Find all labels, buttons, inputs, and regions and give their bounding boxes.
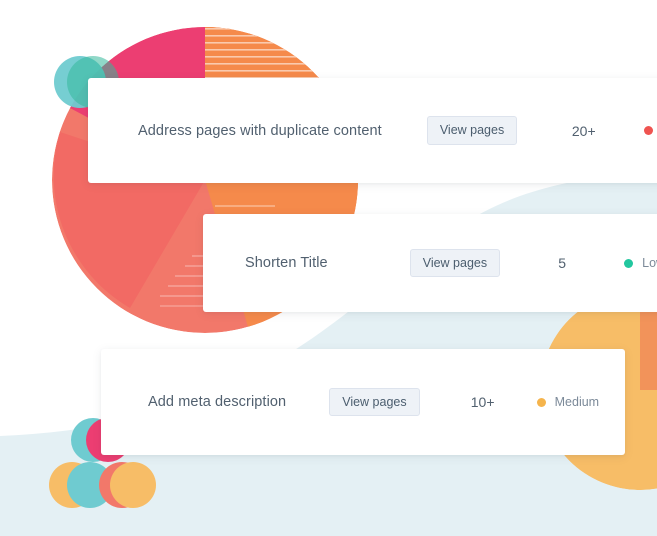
priority-indicator: Medium [536, 395, 600, 409]
affected-pages-count: 5 [558, 255, 567, 271]
view-pages-button[interactable]: View pages [329, 387, 420, 417]
view-pages-button[interactable]: View pages [426, 116, 518, 145]
priority-label: Medium [554, 395, 600, 409]
recommendation-title: Add meta description [148, 394, 287, 410]
priority-dot-icon [536, 397, 546, 407]
recommendation-title: Address pages with duplicate content [138, 122, 382, 139]
recommendation-card-shorten-title[interactable]: Shorten Title View pages 5 Low [203, 214, 657, 312]
priority-indicator: Low [624, 256, 657, 270]
venn-circle-pair-yellow-teal [49, 462, 113, 508]
recommendation-card-duplicate-content[interactable]: Address pages with duplicate content Vie… [88, 78, 657, 183]
seo-recommendations-illustration: Address pages with duplicate content Vie… [0, 0, 657, 536]
recommendation-title: Shorten Title [245, 255, 328, 271]
priority-indicator: High [644, 124, 657, 138]
priority-label: Low [642, 256, 657, 270]
view-pages-button[interactable]: View pages [409, 248, 501, 278]
affected-pages-count: 20+ [571, 122, 596, 139]
priority-dot-icon [624, 258, 634, 268]
recommendation-card-add-meta-description[interactable]: Add meta description View pages 10+ Medi… [101, 349, 625, 455]
priority-dot-icon [644, 126, 654, 135]
venn-circle-pair-orange-yellow [99, 462, 156, 508]
affected-pages-count: 10+ [470, 394, 495, 410]
